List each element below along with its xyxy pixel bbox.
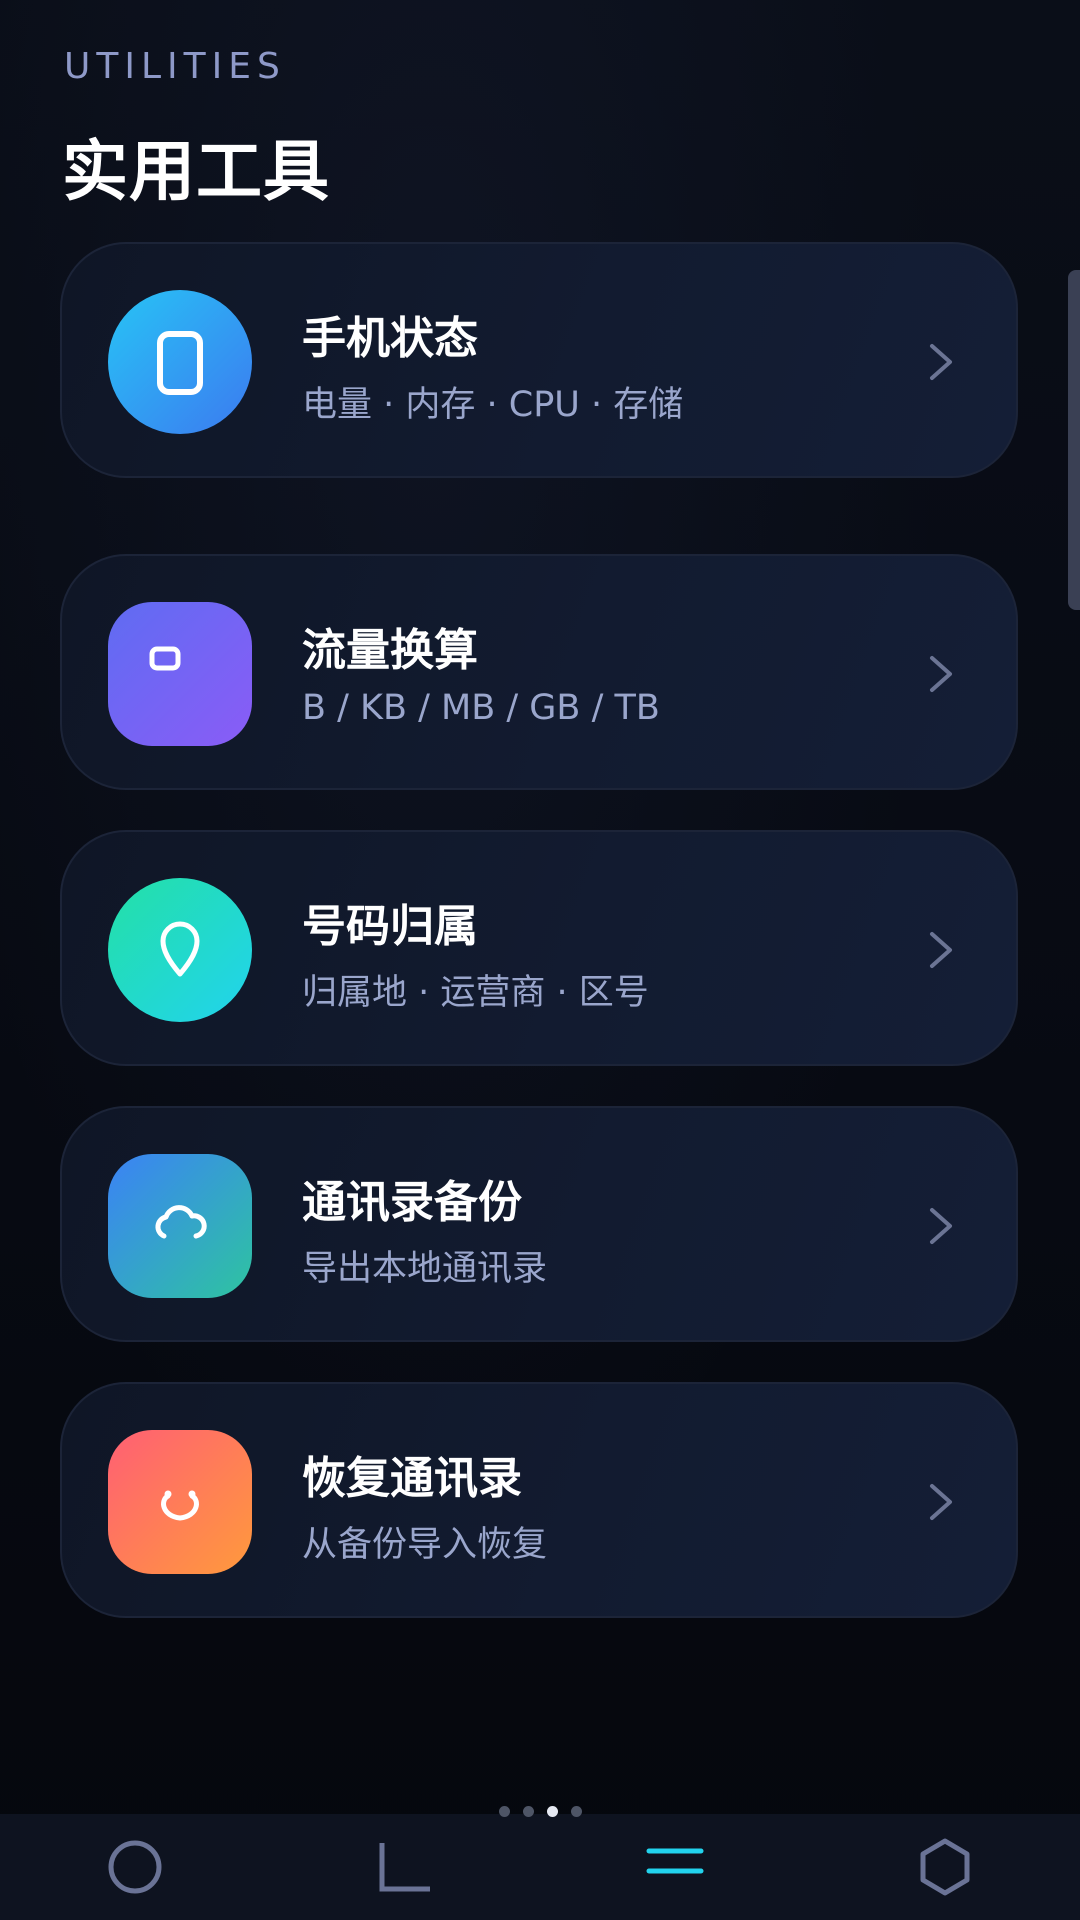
location-pin-icon xyxy=(108,878,252,1022)
circle-icon xyxy=(108,1840,162,1894)
tool-card-contacts-restore[interactable]: 恢复通讯录 从备份导入恢复 xyxy=(60,1382,1018,1618)
tool-subtitle: 从备份导入恢复 xyxy=(302,1525,548,1565)
tool-title: 手机状态 xyxy=(302,313,478,364)
bottom-nav xyxy=(0,1814,1080,1920)
page-title: 实用工具 xyxy=(62,133,330,210)
cloud-icon xyxy=(108,1154,252,1298)
tool-subtitle: 导出本地通讯录 xyxy=(302,1249,548,1289)
corner-icon xyxy=(379,1843,430,1892)
tool-subtitle: 归属地 · 运营商 · 区号 xyxy=(302,973,649,1013)
tool-subtitle: B / KB / MB / GB / TB xyxy=(302,688,660,728)
data-chip-icon xyxy=(108,602,252,746)
scroll-indicator[interactable] xyxy=(1068,270,1080,610)
tool-card-data-convert[interactable]: 流量换算 B / KB / MB / GB / TB xyxy=(60,554,1018,790)
chevron-right-icon xyxy=(930,1484,952,1520)
chevron-right-icon xyxy=(930,932,952,968)
menu-icon xyxy=(646,1848,704,1874)
chevron-right-icon xyxy=(930,344,952,380)
tool-title: 号码归属 xyxy=(302,901,478,952)
phone-icon xyxy=(108,290,252,434)
tool-title: 通讯录备份 xyxy=(302,1177,522,1228)
tool-subtitle: 电量 · 内存 · CPU · 存储 xyxy=(302,385,684,425)
restore-icon xyxy=(108,1430,252,1574)
nav-item-more[interactable] xyxy=(875,1814,1015,1920)
section-kicker: UTILITIES xyxy=(64,46,286,87)
tool-title: 恢复通讯录 xyxy=(302,1453,522,1504)
page-dot[interactable] xyxy=(498,1806,510,1817)
hexagon-icon xyxy=(920,1838,970,1896)
page-dot[interactable] xyxy=(570,1806,582,1817)
chevron-right-icon xyxy=(930,1208,952,1244)
page-dot-active[interactable] xyxy=(546,1806,558,1817)
nav-item-home[interactable] xyxy=(65,1814,205,1920)
tool-card-number-lookup[interactable]: 号码归属 归属地 · 运营商 · 区号 xyxy=(60,830,1018,1066)
nav-item-utilities[interactable] xyxy=(605,1814,745,1920)
tool-card-contacts-backup[interactable]: 通讯录备份 导出本地通讯录 xyxy=(60,1106,1018,1342)
chevron-right-icon xyxy=(930,656,952,692)
page-dot[interactable] xyxy=(522,1806,534,1817)
nav-item-tools[interactable] xyxy=(334,1814,474,1920)
utilities-screen: UTILITIES 实用工具 手机状态 电量 · 内存 · CPU · 存储 流… xyxy=(0,0,1080,1920)
tool-title: 流量换算 xyxy=(302,625,478,676)
page-indicator xyxy=(0,1806,1080,1817)
tool-card-phone-status[interactable]: 手机状态 电量 · 内存 · CPU · 存储 xyxy=(60,242,1018,478)
